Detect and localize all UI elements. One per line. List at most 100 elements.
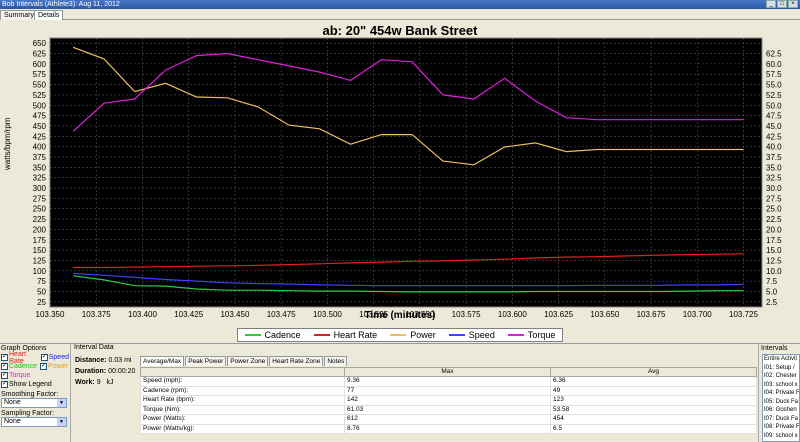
legend-item-torque: Torque [507,330,556,340]
stat-value: 0.03 mi [108,357,132,364]
y-tick-label-left: 650 [33,39,47,48]
table-cell: Heart Rate (bpm): [140,395,345,406]
close-button[interactable]: × [788,0,798,8]
table-cell: 123 [550,395,757,406]
y-tick-label-right: 57.5 [766,70,782,79]
bottom-panel: Graph Options ✓ Heart Rate ✓ Speed ✓ Cadenc… [0,343,800,442]
smoothing-value: None [4,399,21,406]
check-show-legend[interactable]: ✓ Show Legend [1,380,69,389]
y-tick-label-left: 275 [33,194,47,203]
list-item[interactable]: I08: Private F [763,423,799,432]
smoothing-select[interactable]: None ▼ [1,398,67,408]
minimize-button[interactable]: _ [766,0,776,8]
checkbox[interactable]: ✓ [40,363,48,370]
intervals-panel: Intervals Entire Activit I01: Setup / I0… [760,344,800,442]
list-item[interactable]: I09: school x [763,432,799,441]
y-axis-label-left: watts/bpm/rpm [3,117,12,170]
legend-swatch [313,334,330,336]
table-row: Power (Watts/kg): 8.76 6.5 [140,423,757,434]
y-tick-label-right: 10.0 [766,267,782,276]
check-heart-rate[interactable]: ✓ Heart Rate [1,351,38,365]
legend-label: Speed [468,330,495,340]
intervals-list[interactable]: Entire Activit I01: Setup / I02: Chester… [762,354,800,442]
chart-title: ab: 20" 454w Bank Street [322,23,478,38]
list-item[interactable]: I01: Setup / [763,364,799,373]
table-cell: Power (Watts): [140,414,345,425]
window-title: Bob Intervals (Athlete3): Aug 11, 2012 [2,1,120,8]
check-speed[interactable]: ✓ Speed [40,353,69,362]
stat-value: 9 kJ [96,379,114,386]
tab-notes[interactable]: Notes [324,356,348,366]
y-tick-label-left: 500 [33,101,47,110]
stat-label: Work: [75,379,95,386]
check-torque[interactable]: ✓ Torque [1,371,69,380]
table-cell: 6.36 [550,376,757,387]
legend-swatch [507,334,524,336]
y-tick-label-right: 22.5 [766,215,782,224]
maximize-button[interactable]: □ [777,0,787,8]
list-item[interactable]: I02: Chester [763,372,799,381]
list-item[interactable]: I05: Duck Fa [763,398,799,407]
table-cell: 9.36 [344,376,551,387]
tab-peak-power[interactable]: Peak Power [185,356,227,366]
y-tick-label-right: 62.5 [766,50,782,59]
y-tick-label-left: 350 [33,163,47,172]
y-tick-label-left: 225 [33,215,47,224]
check-power[interactable]: ✓ Power [40,362,68,371]
y-tick-label-right: 32.5 [766,174,782,183]
sampling-select[interactable]: None ▼ [1,417,67,427]
list-item[interactable]: I03: school x [763,381,799,390]
y-tick-label-right: 27.5 [766,194,782,203]
line-chart[interactable]: 2550751001251501752002252502753003253503… [0,20,800,320]
y-tick-label-left: 400 [33,143,47,152]
checkbox[interactable]: ✓ [1,381,8,388]
check-label: Speed [48,354,69,361]
stat-work: Work: 9 kJ [75,379,145,390]
chevron-down-icon[interactable]: ▼ [57,399,66,407]
interval-sub-tabs: Average/Max Peak Power Power Zone Heart … [140,356,348,366]
x-axis-label: Time (minutes) [364,310,436,321]
legend-item-speed: Speed [448,330,495,340]
table-cell: Torque (Nm): [140,404,345,415]
stat-label: Duration: [75,368,107,375]
legend-label: Heart Rate [333,330,378,340]
interval-table: Max Avg Speed (mph): 9.36 6.36 Cadence (rp… [140,367,757,434]
y-tick-label-left: 425 [33,132,47,141]
sampling-label: Sampling Factor: [1,410,54,417]
y-tick-label-left: 600 [33,60,47,69]
y-tick-label-left: 550 [33,81,47,90]
list-item[interactable]: I04: Private F [763,389,799,398]
checkbox[interactable]: ✓ [40,354,48,361]
checkbox[interactable]: ✓ [1,372,8,379]
y-tick-label-right: 52.5 [766,91,782,100]
chevron-down-icon[interactable]: ▼ [57,418,66,426]
sampling-value: None [4,418,21,425]
list-item[interactable]: I06: Goshen [763,406,799,415]
y-tick-label-right: 47.5 [766,112,782,121]
y-tick-label-left: 525 [33,91,47,100]
checkbox[interactable]: ✓ [1,363,8,370]
tab-summary[interactable]: Summary [0,10,38,20]
tab-average-max[interactable]: Average/Max [140,356,185,366]
check-label: Cadence [9,363,38,370]
y-tick-label-right: 20.0 [766,225,782,234]
legend-label: Torque [527,330,556,340]
legend-label: Power [410,330,436,340]
table-cell: 61.03 [344,404,551,415]
table-header-row: Max Avg [140,367,757,377]
tab-heart-rate-zone[interactable]: Heart Rate Zone [269,356,324,366]
legend-swatch [244,334,261,336]
checkbox[interactable]: ✓ [1,354,8,361]
check-cadence[interactable]: ✓ Cadence [1,362,37,371]
stat-distance: Distance: 0.03 mi [75,357,145,368]
list-item[interactable]: Entire Activit [763,355,799,364]
list-item[interactable]: I07: Duck Fa [763,415,799,424]
window-controls: _ □ × [766,0,798,9]
legend-swatch [390,334,407,336]
table-row: Speed (mph): 9.36 6.36 [140,376,757,387]
y-tick-label-right: 2.5 [766,298,778,307]
tab-power-zone[interactable]: Power Zone [227,356,269,366]
y-tick-label-right: 35.0 [766,163,782,172]
table-header: Max [344,367,551,377]
y-tick-label-left: 175 [33,236,47,245]
